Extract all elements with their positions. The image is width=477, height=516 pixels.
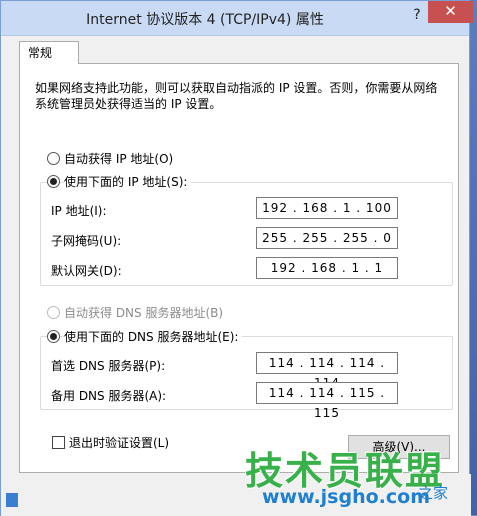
- dns-manual-label[interactable]: 使用下面的 DNS 服务器地址(E):: [64, 328, 243, 345]
- tab-general[interactable]: 常规: [19, 41, 79, 64]
- desktop-background: [470, 0, 477, 515]
- default-gateway-label: 默认网关(D):: [51, 264, 122, 278]
- ip-auto-label[interactable]: 自动获得 IP 地址(O): [64, 150, 173, 167]
- ip-manual-label[interactable]: 使用下面的 IP 地址(S):: [64, 173, 192, 190]
- help-button[interactable]: ?: [408, 7, 426, 27]
- dns-auto-label[interactable]: 自动获得 DNS 服务器地址(B): [64, 304, 223, 321]
- ip-address-label: IP 地址(I):: [51, 204, 107, 218]
- default-gateway-field[interactable]: 192 . 168 . 1 . 1: [256, 257, 398, 279]
- ip-auto-radio[interactable]: [47, 152, 60, 165]
- dns-alternate-field[interactable]: 114 . 114 . 115 . 115: [256, 382, 398, 420]
- watermark-tail-text: 之家: [418, 484, 449, 502]
- dns-preferred-label: 首选 DNS 服务器(P):: [51, 359, 166, 373]
- subnet-mask-label: 子网掩码(U):: [51, 234, 122, 248]
- validate-on-exit-checkbox[interactable]: [52, 436, 65, 449]
- close-button[interactable]: ✕: [428, 1, 473, 23]
- dns-alternate-label: 备用 DNS 服务器(A):: [51, 389, 167, 403]
- description-text: 如果网络支持此功能，则可以获取自动指派的 IP 设置。否则，你需要从网络系统管理…: [35, 81, 438, 111]
- title-bar[interactable]: Internet 协议版本 4 (TCP/IPv4) 属性 ? ✕: [1, 1, 473, 36]
- ip-manual-radio[interactable]: [47, 175, 60, 188]
- subnet-mask-field[interactable]: 255 . 255 . 255 . 0: [256, 227, 398, 249]
- ip-address-field[interactable]: 192 . 168 . 1 . 100: [256, 197, 398, 219]
- dns-preferred-field[interactable]: 114 . 114 . 114 . 114: [256, 352, 398, 390]
- ipv4-properties-dialog: Internet 协议版本 4 (TCP/IPv4) 属性 ? ✕ 常规 如果网…: [0, 0, 473, 516]
- window-title: Internet 协议版本 4 (TCP/IPv4) 属性: [86, 12, 324, 28]
- general-tab-panel: 如果网络支持此功能，则可以获取自动指派的 IP 设置。否则，你需要从网络系统管理…: [19, 63, 459, 473]
- dns-auto-radio[interactable]: [47, 306, 60, 319]
- dns-manual-radio[interactable]: [47, 330, 60, 343]
- validate-on-exit-label[interactable]: 退出时验证设置(L): [69, 434, 169, 451]
- windows-logo-icon: [6, 493, 18, 507]
- watermark-url: www.jsgho.com: [262, 486, 430, 508]
